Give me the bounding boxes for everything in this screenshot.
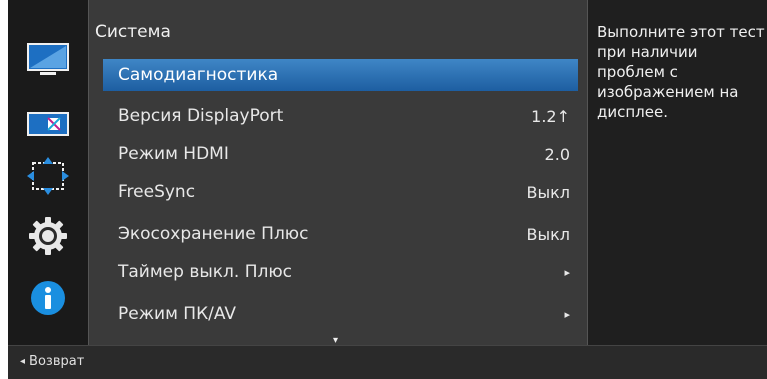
submenu-arrow-icon: ▸ [564, 307, 570, 321]
menu-item-label: FreeSync [118, 182, 196, 202]
system-gear-icon[interactable] [8, 214, 88, 258]
menu-item-label: Самодиагностика [118, 65, 279, 85]
back-label: Возврат [29, 354, 85, 369]
back-button[interactable]: ◂ Возврат [20, 354, 84, 369]
picture-icon[interactable] [8, 38, 88, 82]
menu-item-pc-av-mode[interactable]: Режим ПК/AV ▸ [103, 298, 578, 330]
menu-item-value: 2.0 [544, 144, 570, 164]
menu-item-label: Таймер выкл. Плюс [118, 262, 293, 282]
menu-item-freesync[interactable]: FreeSync Выкл [103, 176, 578, 208]
menu-item-label: Режим HDMI [118, 144, 229, 164]
system-menu-panel: Система Самодиагностика Версия DisplayPo… [88, 0, 588, 346]
menu-item-value: Выкл [526, 182, 571, 202]
menu-item-value: 1.2↑ [531, 106, 570, 126]
menu-item-label: Режим ПК/AV [118, 304, 237, 324]
menu-item-label: Экосохранение Плюс [118, 224, 309, 244]
menu-item-off-timer-plus[interactable]: Таймер выкл. Плюс ▸ [103, 256, 578, 288]
help-text: Выполните этот тест при наличии проблем … [597, 23, 765, 121]
color-icon[interactable] [8, 102, 88, 146]
size-position-icon[interactable] [8, 154, 88, 198]
menu-item-eco-saving-plus[interactable]: Экосохранение Плюс Выкл [103, 218, 578, 250]
menu-item-label: Версия DisplayPort [118, 106, 284, 126]
menu-item-hdmi-mode[interactable]: Режим HDMI 2.0 [103, 138, 578, 170]
submenu-arrow-icon: ▸ [564, 265, 570, 279]
bottom-bar: ◂ Возврат [8, 345, 767, 379]
menu-item-displayport-version[interactable]: Версия DisplayPort 1.2↑ [103, 100, 578, 132]
info-icon[interactable] [8, 276, 88, 320]
panel-title: Система [95, 22, 171, 42]
help-panel: Выполните этот тест при наличии проблем … [588, 0, 767, 345]
back-arrow-icon: ◂ [20, 356, 26, 367]
menu-item-self-diagnosis[interactable]: Самодиагностика [103, 59, 578, 91]
menu-item-value: Выкл [526, 224, 571, 244]
sidebar [8, 0, 88, 345]
